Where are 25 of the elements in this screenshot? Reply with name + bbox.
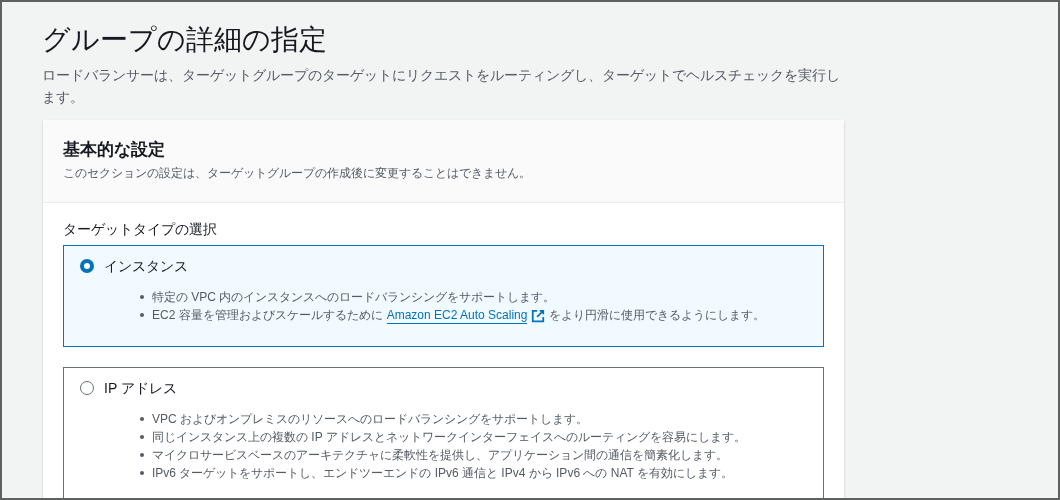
radio-button[interactable] xyxy=(80,259,94,273)
target-type-option[interactable] xyxy=(63,367,824,498)
option-label: IP アドレス xyxy=(104,379,177,398)
bullet-icon xyxy=(140,295,144,299)
option-description: マイクロサービスベースのアーキテクチャに柔軟性を提供し、アプリケーション間の通信を簡素化します。 xyxy=(152,447,728,464)
option-description: VPC およびオンプレミスのリソースへのロードバランシングをサポートします。 xyxy=(152,411,588,428)
option-label: インスタンス xyxy=(104,257,188,276)
target-type-option[interactable]: インスタンス 特定の VPC 内のインスタンスへのロードバランシングをサポートします。 EC2 容量を管理およびスケールするために Amazon EC2 Auto Scaling をより円滑に使用できるようにします。 xyxy=(63,245,824,347)
option-description: 同じインスタンス上の複数の IP アドレスとネットワークインターフェイスへのルーティングを容易にします。 xyxy=(152,429,746,446)
external-link[interactable]: Amazon EC2 Auto Scaling xyxy=(386,308,528,324)
panel-subtitle: このセクションの設定は、ターゲットグループの作成後に変更することはできません。 xyxy=(63,165,532,182)
option-description: EC2 容量を管理およびスケールするために Amazon EC2 Auto Scaling をより円滑に使用できるようにします。 xyxy=(152,307,766,324)
bullet-icon xyxy=(140,435,144,439)
panel-title: 基本的な設定 xyxy=(63,139,166,161)
bullet-icon xyxy=(140,417,144,421)
option-description: 特定の VPC 内のインスタンスへのロードバランシングをサポートします。 xyxy=(152,289,556,306)
bullet-icon xyxy=(140,453,144,457)
bullet-icon xyxy=(140,313,144,317)
page-title: グループの詳細の指定 xyxy=(42,23,328,57)
option-description: IPv6 ターゲットをサポートし、エンドツーエンドの IPv6 通信と IPv4 から IPv6 への NAT を有効にします。 xyxy=(152,465,733,482)
page-description: ロードバランサーは、ターゲットグループのターゲットにリクエストをルーティングし、ターゲットでヘルスチェックを実行します。 xyxy=(42,66,841,107)
external-link-icon xyxy=(531,309,546,323)
bullet-icon xyxy=(140,471,144,475)
field-label: ターゲットタイプの選択 xyxy=(63,220,218,239)
radio-button[interactable] xyxy=(80,381,94,395)
